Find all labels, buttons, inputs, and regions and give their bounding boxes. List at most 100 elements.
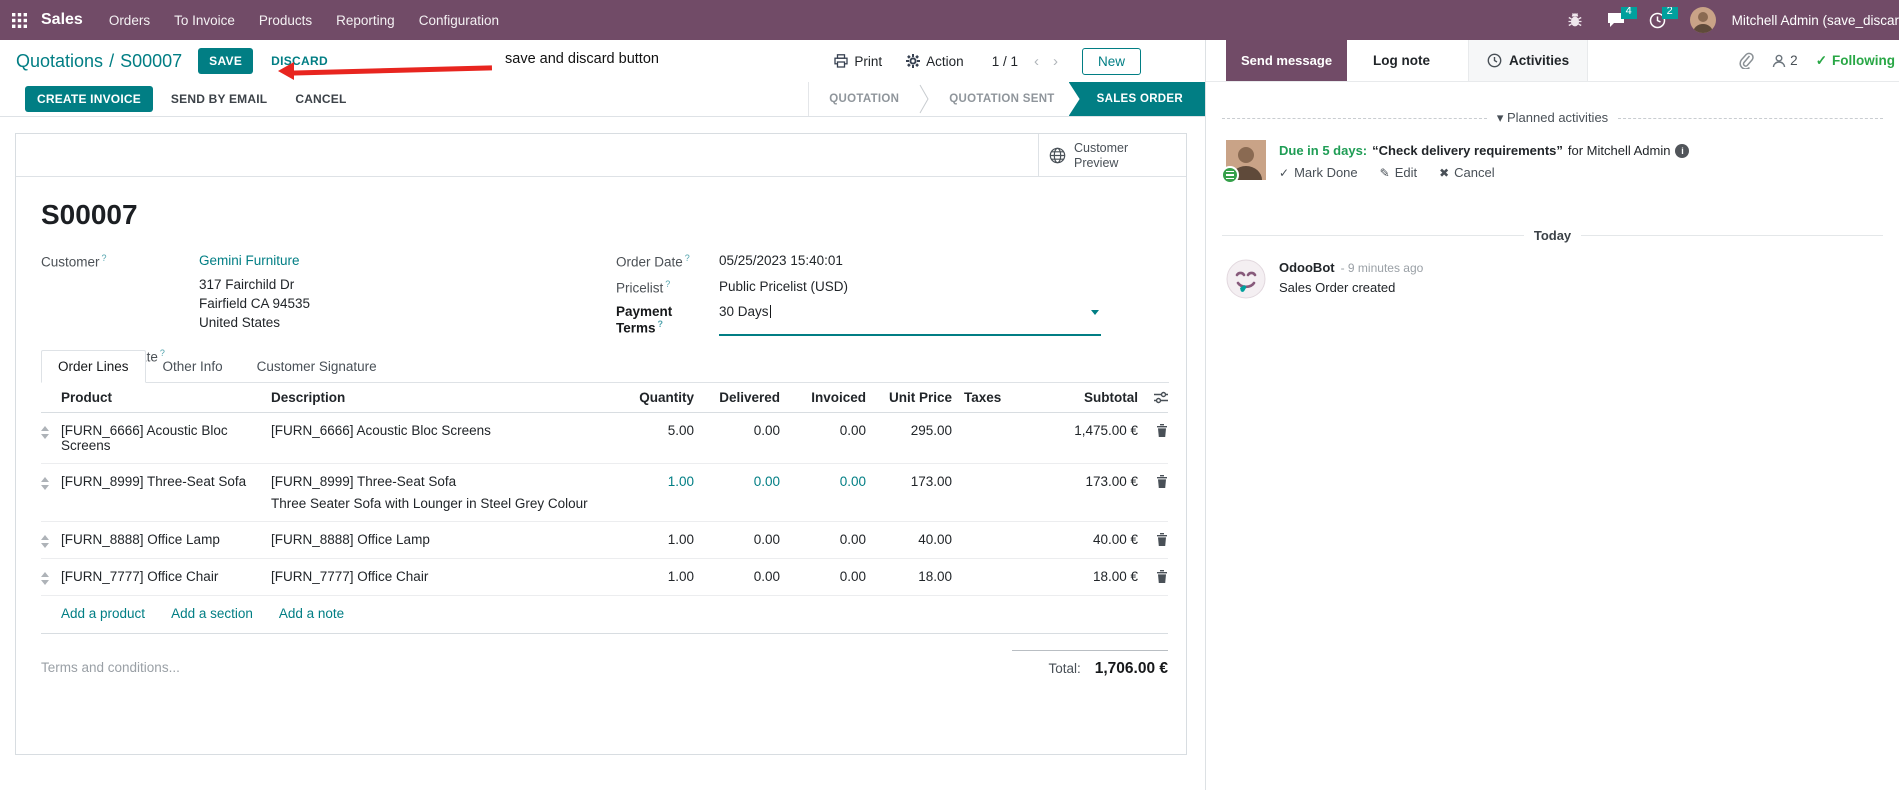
header-quantity[interactable]: Quantity <box>608 390 694 405</box>
cancel-button[interactable]: CANCEL <box>285 86 356 112</box>
edit-activity-button[interactable]: ✎ Edit <box>1380 165 1417 180</box>
cell-description[interactable]: [FURN_8999] Three-Seat Sofa Three Seater… <box>271 474 608 511</box>
header-description[interactable]: Description <box>271 390 608 405</box>
drag-handle-icon[interactable] <box>41 423 61 439</box>
cell-quantity[interactable]: 1.00 <box>608 474 694 489</box>
add-a-note-link[interactable]: Add a note <box>279 606 344 621</box>
tab-order-lines[interactable]: Order Lines <box>41 350 146 383</box>
messages-icon[interactable]: 4 <box>1599 7 1637 28</box>
tab-other-info[interactable]: Other Info <box>146 350 240 383</box>
cell-invoiced[interactable]: 0.00 <box>780 423 866 438</box>
cell-unit-price[interactable]: 40.00 <box>866 532 952 547</box>
cell-product[interactable]: [FURN_7777] Office Chair <box>61 569 271 584</box>
header-product[interactable]: Product <box>61 390 271 405</box>
customer-preview-button[interactable]: Customer Preview <box>1038 134 1186 177</box>
table-row[interactable]: [FURN_6666] Acoustic Bloc Screens [FURN_… <box>41 413 1168 464</box>
cell-product[interactable]: [FURN_8999] Three-Seat Sofa <box>61 474 271 489</box>
mark-done-button[interactable]: ✓ Mark Done <box>1279 165 1358 180</box>
cell-unit-price[interactable]: 173.00 <box>866 474 952 489</box>
message-author[interactable]: OdooBot <box>1279 260 1335 275</box>
cell-delivered[interactable]: 0.00 <box>694 532 780 547</box>
table-row[interactable]: [FURN_7777] Office Chair [FURN_7777] Off… <box>41 559 1168 596</box>
activity-avatar[interactable] <box>1221 140 1266 184</box>
cell-invoiced[interactable]: 0.00 <box>780 569 866 584</box>
terms-and-conditions-field[interactable]: Terms and conditions... <box>41 660 180 675</box>
info-icon[interactable]: i <box>1675 143 1690 158</box>
print-button[interactable]: Print <box>834 54 882 69</box>
delete-row-icon[interactable] <box>1138 423 1168 437</box>
header-delivered[interactable]: Delivered <box>694 390 780 405</box>
cell-product[interactable]: [FURN_6666] Acoustic Bloc Screens <box>61 423 271 453</box>
table-row[interactable]: [FURN_8888] Office Lamp [FURN_8888] Offi… <box>41 522 1168 559</box>
dropdown-caret-icon[interactable] <box>1091 310 1099 315</box>
add-a-section-link[interactable]: Add a section <box>171 606 253 621</box>
drag-handle-icon[interactable] <box>41 532 61 548</box>
cell-product[interactable]: [FURN_8888] Office Lamp <box>61 532 271 547</box>
cell-quantity[interactable]: 5.00 <box>608 423 694 438</box>
following-toggle[interactable]: ✓ Following <box>1816 53 1895 69</box>
add-a-product-link[interactable]: Add a product <box>61 606 145 621</box>
planned-activity-item: Due in 5 days: “Check delivery requireme… <box>1221 140 1899 184</box>
cell-delivered[interactable]: 0.00 <box>694 474 780 489</box>
cell-invoiced[interactable]: 0.00 <box>780 474 866 489</box>
followers-button[interactable]: 2 <box>1772 53 1798 68</box>
pager-prev-icon[interactable]: ‹ <box>1034 53 1039 70</box>
cell-description[interactable]: [FURN_8888] Office Lamp <box>271 532 608 547</box>
step-quotation[interactable]: QUOTATION <box>809 82 920 116</box>
cell-description[interactable]: [FURN_7777] Office Chair <box>271 569 608 584</box>
new-button[interactable]: New <box>1081 47 1141 75</box>
menu-reporting[interactable]: Reporting <box>336 13 395 28</box>
header-taxes[interactable]: Taxes <box>952 390 1030 405</box>
menu-orders[interactable]: Orders <box>109 13 150 28</box>
menu-products[interactable]: Products <box>259 13 312 28</box>
cell-invoiced[interactable]: 0.00 <box>780 532 866 547</box>
apps-grid-icon[interactable] <box>12 12 27 28</box>
breadcrumb[interactable]: Quotations / S00007 <box>16 51 182 72</box>
user-avatar[interactable] <box>1689 7 1716 33</box>
header-invoiced[interactable]: Invoiced <box>780 390 866 405</box>
cell-delivered[interactable]: 0.00 <box>694 423 780 438</box>
activities-clock-icon[interactable]: 2 <box>1641 7 1678 29</box>
customer-link[interactable]: Gemini Furniture <box>199 253 300 268</box>
menu-configuration[interactable]: Configuration <box>419 13 499 28</box>
delete-row-icon[interactable] <box>1138 569 1168 583</box>
optional-columns-icon[interactable] <box>1138 390 1168 404</box>
cell-unit-price[interactable]: 295.00 <box>866 423 952 438</box>
cell-description[interactable]: [FURN_6666] Acoustic Bloc Screens <box>271 423 608 438</box>
order-title[interactable]: S00007 <box>41 199 1186 231</box>
user-name[interactable]: Mitchell Admin (save_discar <box>1732 13 1899 28</box>
order-date-value[interactable]: 05/25/2023 15:40:01 <box>719 253 843 270</box>
header-unit-price[interactable]: Unit Price <box>866 390 952 405</box>
cancel-activity-button[interactable]: ✖ Cancel <box>1439 165 1495 180</box>
header-subtotal[interactable]: Subtotal <box>1030 390 1138 405</box>
odoobot-avatar[interactable] <box>1226 259 1266 299</box>
cell-unit-price[interactable]: 18.00 <box>866 569 952 584</box>
send-message-button[interactable]: Send message <box>1226 40 1348 81</box>
breadcrumb-quotations[interactable]: Quotations <box>16 51 103 71</box>
drag-handle-icon[interactable] <box>41 569 61 585</box>
debug-bug-icon[interactable] <box>1559 12 1591 28</box>
pricelist-value[interactable]: Public Pricelist (USD) <box>719 279 848 296</box>
log-note-button[interactable]: Log note <box>1373 40 1430 81</box>
action-button[interactable]: Action <box>906 54 964 69</box>
payment-terms-input[interactable]: 30 Days <box>719 304 1101 336</box>
step-sales-order[interactable]: SALES ORDER <box>1068 82 1205 116</box>
pager-next-icon[interactable]: › <box>1053 53 1058 70</box>
attachment-paperclip-icon[interactable] <box>1738 52 1754 69</box>
drag-handle-icon[interactable] <box>41 474 61 490</box>
create-invoice-button[interactable]: CREATE INVOICE <box>25 86 153 112</box>
tab-customer-signature[interactable]: Customer Signature <box>240 350 394 383</box>
activities-tab[interactable]: Activities <box>1468 40 1589 81</box>
cell-quantity[interactable]: 1.00 <box>608 532 694 547</box>
send-by-email-button[interactable]: SEND BY EMAIL <box>161 86 277 112</box>
cell-quantity[interactable]: 1.00 <box>608 569 694 584</box>
table-row[interactable]: [FURN_8999] Three-Seat Sofa [FURN_8999] … <box>41 464 1168 522</box>
app-name[interactable]: Sales <box>41 11 83 29</box>
save-button[interactable]: SAVE <box>198 48 254 74</box>
menu-to-invoice[interactable]: To Invoice <box>174 13 235 28</box>
delete-row-icon[interactable] <box>1138 474 1168 488</box>
planned-activities-toggle[interactable]: ▾ Planned activities <box>1497 110 1608 126</box>
cell-delivered[interactable]: 0.00 <box>694 569 780 584</box>
delete-row-icon[interactable] <box>1138 532 1168 546</box>
step-quotation-sent[interactable]: QUOTATION SENT <box>929 82 1075 116</box>
